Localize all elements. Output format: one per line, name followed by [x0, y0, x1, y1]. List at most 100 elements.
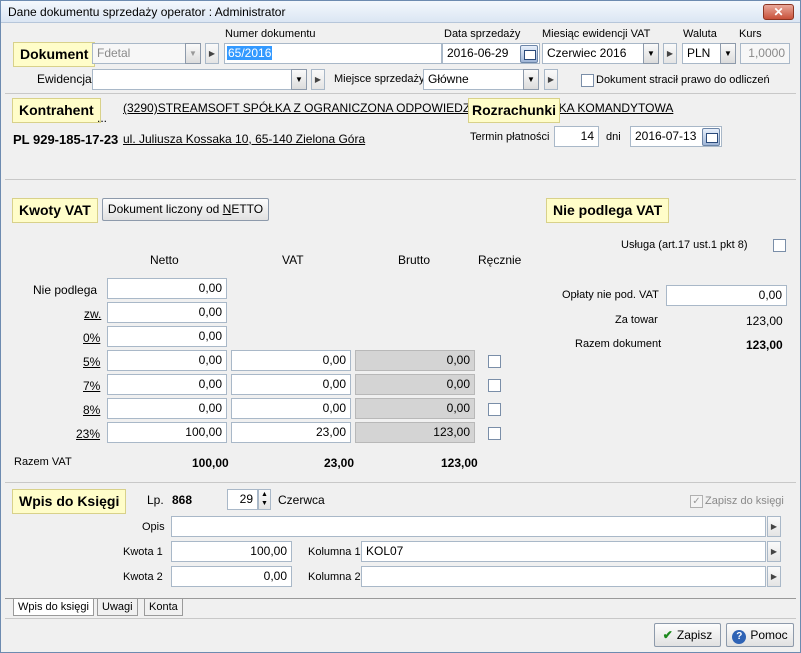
numer-dokumentu-input[interactable]: 65/2016: [224, 43, 442, 64]
termin-label: Termin płatności: [470, 131, 550, 143]
doc-type-dropdown-icon[interactable]: ▼: [185, 43, 201, 64]
kontrahent-name-tail[interactable]: ŁKA KOMANDYTOWA: [552, 101, 673, 115]
divider: [5, 179, 796, 180]
brutto-8-input: 0,00: [355, 398, 475, 419]
miesiac-vat-label: Miesiąc ewidencji VAT: [542, 28, 651, 40]
miejsce-arrow-icon[interactable]: ▶: [544, 69, 558, 90]
zapisz-ksiegi-checkbox[interactable]: ✓: [690, 495, 703, 508]
stracil-checkbox[interactable]: [581, 74, 594, 87]
recznie-7-checkbox[interactable]: [488, 379, 501, 392]
kolumna1-arrow-icon[interactable]: ▶: [767, 541, 781, 562]
dialog-window: Dane dokumentu sprzedaży operator : Admi…: [0, 0, 801, 653]
netto-8-input[interactable]: 0,00: [107, 398, 227, 419]
day-spinner-arrows-icon[interactable]: ▲ ▼: [258, 489, 271, 510]
tab-konta[interactable]: Konta: [144, 599, 183, 616]
razem-vat-value: 23,00: [324, 456, 355, 470]
wpis-ksiegi-label: Wpis do Księgi: [12, 489, 127, 514]
miesiac-arrow-icon[interactable]: ▶: [663, 43, 677, 64]
row-label-5: 5%: [83, 355, 101, 369]
netto-nie-podlega-input[interactable]: 0,00: [107, 278, 227, 299]
rozrachunki-label[interactable]: Rozrachunki: [468, 98, 561, 123]
kwota2-input[interactable]: 0,00: [171, 566, 292, 587]
opis-arrow-icon[interactable]: ▶: [767, 516, 781, 537]
kontrahent-label: Kontrahent: [12, 98, 101, 123]
termin-days-input[interactable]: 14: [554, 126, 599, 147]
nip-text: PL 929-185-17-23: [13, 132, 119, 147]
netto-zw-input[interactable]: 0,00: [107, 302, 227, 323]
day-spinner-input[interactable]: 29: [227, 489, 258, 510]
razem-vat-label: Razem VAT: [14, 456, 72, 468]
termin-calendar-icon[interactable]: [702, 128, 720, 146]
calendar-icon[interactable]: [520, 45, 538, 63]
help-icon: ?: [732, 630, 747, 644]
close-button[interactable]: ✕: [763, 4, 794, 20]
numer-label: Numer dokumentu: [225, 28, 316, 40]
zapisz-label: Zapisz: [676, 628, 713, 642]
lp-value: 868: [172, 493, 193, 507]
doc-type-arrow-icon[interactable]: ▶: [205, 43, 219, 64]
netto-23-input[interactable]: 100,00: [107, 422, 227, 443]
kwota1-label: Kwota 1: [123, 546, 163, 558]
recznie-8-checkbox[interactable]: [488, 403, 501, 416]
miejsce-select[interactable]: Główne: [423, 69, 525, 90]
tab-uwagi[interactable]: Uwagi: [97, 599, 138, 616]
pomoc-button[interactable]: ? Pomoc: [726, 623, 794, 647]
kwoty-vat-label: Kwoty VAT: [12, 198, 98, 223]
zapisz-ksiegi-label: Zapisz do księgi: [705, 495, 784, 507]
divider: [5, 482, 796, 483]
pomoc-label: Pomoc: [750, 628, 788, 642]
netto-5-input[interactable]: 0,00: [107, 350, 227, 371]
miejsce-dropdown-icon[interactable]: ▼: [523, 69, 539, 90]
col-netto-header: Netto: [150, 253, 179, 267]
netto-7-input[interactable]: 0,00: [107, 374, 227, 395]
ewidencja-select[interactable]: [92, 69, 292, 90]
kwota1-input[interactable]: 100,00: [171, 541, 292, 562]
za-towar-label: Za towar: [615, 314, 658, 326]
col-vat-header: VAT: [282, 253, 304, 267]
miesiac-vat-select[interactable]: Czerwiec 2016: [542, 43, 644, 64]
usluga-checkbox[interactable]: [773, 239, 786, 252]
kontrahent-ellipsis-button[interactable]: ...: [97, 111, 107, 125]
kolumna2-input[interactable]: [361, 566, 766, 587]
kolumna2-label: Kolumna 2: [308, 571, 361, 583]
recznie-5-checkbox[interactable]: [488, 355, 501, 368]
razem-netto-value: 100,00: [192, 456, 229, 470]
ewidencja-arrow-icon[interactable]: ▶: [311, 69, 325, 90]
usluga-label: Usługa (art.17 ust.1 pkt 8): [621, 239, 748, 251]
brutto-5-input: 0,00: [355, 350, 475, 371]
waluta-dropdown-icon[interactable]: ▼: [720, 43, 736, 64]
row-label-7: 7%: [83, 379, 101, 393]
tab-wpis-do-ksiegi[interactable]: Wpis do księgi: [13, 599, 94, 616]
recznie-23-checkbox[interactable]: [488, 427, 501, 440]
kwota2-label: Kwota 2: [123, 571, 163, 583]
vat-7-input[interactable]: 0,00: [231, 374, 351, 395]
data-sprzedazy-label: Data sprzedaży: [444, 28, 521, 40]
ewidencja-dropdown-icon[interactable]: ▼: [291, 69, 307, 90]
zapisz-button[interactable]: ✔ Zapisz: [654, 623, 721, 647]
vat-8-input[interactable]: 0,00: [231, 398, 351, 419]
za-towar-value: 123,00: [746, 314, 783, 328]
vat-23-input[interactable]: 23,00: [231, 422, 351, 443]
razem-dokument-value: 123,00: [746, 338, 783, 352]
row-label-0: 0%: [83, 331, 101, 345]
miesiac-dropdown-icon[interactable]: ▼: [643, 43, 659, 64]
oplaty-input[interactable]: 0,00: [666, 285, 787, 306]
oplaty-label: Opłaty nie pod. VAT: [562, 289, 659, 301]
kolumna2-arrow-icon[interactable]: ▶: [767, 566, 781, 587]
kolumna1-input[interactable]: KOL07: [361, 541, 766, 562]
vat-5-input[interactable]: 0,00: [231, 350, 351, 371]
kontrahent-name-link[interactable]: (3290)STREAMSOFT SPÓŁKA Z OGRANICZONA OD…: [123, 101, 474, 115]
netto-0-input[interactable]: 0,00: [107, 326, 227, 347]
address-link[interactable]: ul. Juliusza Kossaka 10, 65-140 Zielona …: [123, 132, 365, 146]
liczony-od-netto-button[interactable]: Dokument liczony od NETTO: [102, 198, 269, 221]
month-label: Czerwca: [278, 493, 325, 507]
opis-input[interactable]: [171, 516, 766, 537]
col-brutto-header: Brutto: [398, 253, 431, 267]
miejsce-label: Miejsce sprzedaży: [334, 73, 425, 85]
waluta-select[interactable]: PLN: [682, 43, 722, 64]
title-bar: Dane dokumentu sprzedaży operator : Admi…: [1, 1, 800, 23]
col-recznie-header: Ręcznie: [478, 253, 522, 267]
doc-type-select[interactable]: Fdetal: [92, 43, 186, 64]
nie-podlega-vat-label: Nie podlega VAT: [546, 198, 670, 223]
kurs-input[interactable]: 1,0000: [740, 43, 790, 64]
